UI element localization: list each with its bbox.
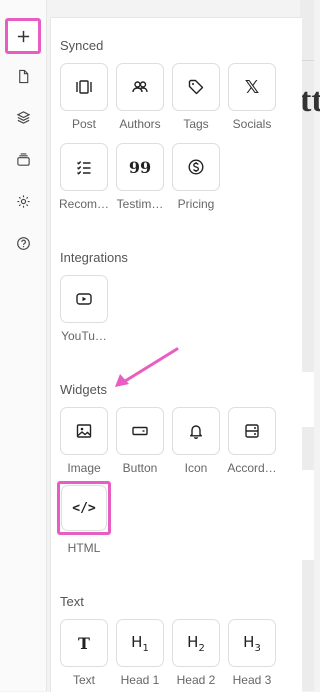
heading-level: 1 bbox=[142, 642, 149, 654]
code-icon: </> bbox=[72, 500, 96, 516]
layers-button[interactable] bbox=[7, 101, 39, 133]
block-socials[interactable]: 𝕏 bbox=[228, 63, 276, 111]
page-icon bbox=[18, 69, 28, 83]
block-label: Head 1 bbox=[120, 673, 160, 687]
block-youtube[interactable] bbox=[60, 275, 108, 323]
accordion-icon bbox=[245, 424, 259, 438]
layers-icon bbox=[16, 110, 30, 124]
pages-button[interactable] bbox=[7, 60, 39, 92]
block-accordion[interactable] bbox=[228, 407, 276, 455]
heading-level: 3 bbox=[254, 642, 261, 654]
plus-icon bbox=[17, 30, 29, 42]
block-text[interactable]: T bbox=[60, 619, 108, 667]
block-label: Post bbox=[71, 117, 96, 131]
authors-icon bbox=[132, 81, 148, 93]
checklist-icon bbox=[77, 161, 91, 175]
stack-button[interactable] bbox=[7, 143, 39, 175]
post-icon bbox=[76, 80, 92, 94]
block-html[interactable]: </> bbox=[57, 481, 111, 535]
settings-icon bbox=[16, 194, 30, 208]
left-rail bbox=[0, 0, 47, 691]
section-title-synced: Synced bbox=[60, 38, 104, 53]
block-label: Head 2 bbox=[176, 673, 216, 687]
block-label: Pricing bbox=[177, 197, 215, 211]
block-label: Accord… bbox=[227, 461, 277, 475]
tag-icon bbox=[188, 79, 204, 95]
block-label: HTML bbox=[67, 541, 101, 555]
button-icon bbox=[132, 426, 148, 436]
image-icon bbox=[76, 424, 92, 438]
youtube-icon bbox=[76, 293, 92, 305]
block-post[interactable] bbox=[60, 63, 108, 111]
block-label: Text bbox=[72, 673, 95, 687]
canvas-block bbox=[300, 372, 314, 427]
help-icon bbox=[16, 236, 30, 250]
settings-button[interactable] bbox=[7, 185, 39, 217]
block-label: Image bbox=[67, 461, 101, 475]
heading-level: 2 bbox=[198, 642, 205, 654]
block-label: Recom… bbox=[58, 197, 109, 211]
block-label: Socials bbox=[232, 117, 272, 131]
section-title-widgets: Widgets bbox=[60, 382, 107, 397]
block-html-inner: </> bbox=[61, 485, 107, 531]
canvas-heading-fragment: tt bbox=[300, 82, 320, 119]
block-heading-1[interactable]: H1 bbox=[116, 619, 164, 667]
block-label: Tags bbox=[183, 117, 209, 131]
block-recommendations[interactable] bbox=[60, 143, 108, 191]
block-icon[interactable] bbox=[172, 407, 220, 455]
bell-icon bbox=[190, 425, 202, 439]
block-button[interactable] bbox=[116, 407, 164, 455]
block-label: YouTu… bbox=[61, 329, 107, 343]
annotation-arrow-icon bbox=[115, 347, 179, 387]
block-heading-2[interactable]: H2 bbox=[172, 619, 220, 667]
x-logo-icon: 𝕏 bbox=[244, 76, 260, 98]
dollar-circle-icon bbox=[188, 159, 204, 175]
heading-letter: H bbox=[131, 632, 143, 651]
block-authors[interactable] bbox=[116, 63, 164, 111]
editor-canvas[interactable]: tt bbox=[300, 0, 320, 691]
heading-letter: H bbox=[187, 632, 199, 651]
block-label: Button bbox=[122, 461, 158, 475]
block-label: Testim… bbox=[116, 197, 164, 211]
stack-icon bbox=[16, 152, 30, 166]
block-heading-3[interactable]: H3 bbox=[228, 619, 276, 667]
heading-1-icon: H1 bbox=[131, 633, 149, 654]
block-image[interactable] bbox=[60, 407, 108, 455]
block-label: Head 3 bbox=[232, 673, 272, 687]
heading-2-icon: H2 bbox=[187, 633, 205, 654]
section-title-integrations: Integrations bbox=[60, 250, 128, 265]
block-tags[interactable] bbox=[172, 63, 220, 111]
block-pricing[interactable] bbox=[172, 143, 220, 191]
canvas-block bbox=[300, 470, 314, 560]
block-label: Authors bbox=[119, 117, 161, 131]
heading-3-icon: H3 bbox=[243, 633, 261, 654]
add-block-button[interactable] bbox=[5, 18, 41, 54]
help-button[interactable] bbox=[7, 227, 39, 259]
block-label: Icon bbox=[184, 461, 208, 475]
section-title-text: Text bbox=[60, 594, 84, 609]
canvas-divider bbox=[300, 60, 314, 61]
block-testimonials[interactable]: 99 bbox=[116, 143, 164, 191]
quote-icon: 99 bbox=[128, 157, 152, 177]
heading-letter: H bbox=[243, 632, 255, 651]
text-icon: T bbox=[78, 633, 90, 653]
